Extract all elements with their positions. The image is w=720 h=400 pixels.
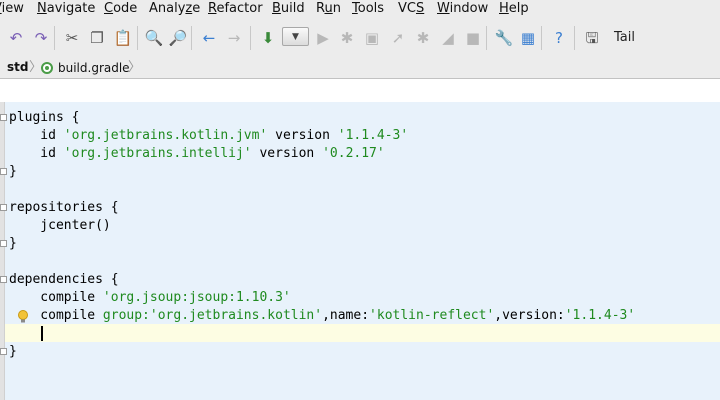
toolbar-separator bbox=[137, 26, 138, 50]
code-line[interactable]: repositories { bbox=[9, 199, 119, 217]
code-editor[interactable]: plugins { id 'org.jetbrains.kotlin.jvm' … bbox=[0, 102, 720, 400]
code-line[interactable]: compile group:'org.jetbrains.kotlin',nam… bbox=[9, 307, 635, 325]
editor-header-strip bbox=[0, 79, 720, 103]
find-icon[interactable]: 🔍 bbox=[144, 28, 164, 48]
editor-gutter[interactable] bbox=[0, 102, 5, 400]
profile-icon[interactable]: ➚ bbox=[388, 28, 408, 48]
undo-icon[interactable]: ↶ bbox=[6, 28, 26, 48]
settings-icon[interactable]: 🔧 bbox=[494, 28, 514, 48]
navigation-bar: std 〉 build.gradle 〉 bbox=[0, 58, 720, 79]
paste-icon[interactable]: 📋 bbox=[113, 28, 133, 48]
run-configuration-dropdown[interactable]: ▼ bbox=[282, 27, 309, 46]
main-toolbar: ▼ Tail ↶ ↷ ✂ ❐ 📋 🔍 🔎 ← → ⬇ ▶ ✱ ▣ ➚ ✱ ◢ ■ 🔧 ▦? 🖫 bbox=[0, 18, 720, 59]
project-structure-icon[interactable]: ▦ bbox=[518, 28, 538, 48]
toolbar-separator bbox=[191, 26, 192, 50]
menu-refactor[interactable]: Refactor bbox=[208, 0, 263, 18]
redo-icon[interactable]: ↷ bbox=[31, 28, 51, 48]
code-line[interactable]: jcenter() bbox=[9, 217, 110, 235]
code-line[interactable]: id 'org.jetbrains.kotlin.jvm' version '1… bbox=[9, 127, 408, 145]
replace-icon[interactable]: 🔎 bbox=[168, 28, 188, 48]
make-project-icon[interactable]: ⬇ bbox=[258, 28, 278, 48]
menu-help[interactable]: Help bbox=[499, 0, 529, 18]
fold-marker-icon[interactable] bbox=[0, 348, 7, 355]
cut-icon[interactable]: ✂ bbox=[62, 28, 82, 48]
code-line[interactable]: compile 'org.jsoup:jsoup:1.10.3' bbox=[9, 289, 290, 307]
breadcrumb-separator-icon: 〉 bbox=[128, 60, 142, 75]
code-line[interactable]: } bbox=[9, 235, 17, 253]
fold-marker-icon[interactable] bbox=[0, 240, 7, 247]
current-line-highlight bbox=[5, 324, 720, 342]
menu-window[interactable]: Window bbox=[437, 0, 488, 18]
back-icon[interactable]: ← bbox=[199, 28, 219, 48]
code-line[interactable]: id 'org.jetbrains.intellij' version '0.2… bbox=[9, 145, 384, 163]
debug-icon[interactable]: ✱ bbox=[337, 28, 357, 48]
text-caret bbox=[41, 326, 43, 341]
menu-tools[interactable]: Tools bbox=[352, 0, 384, 18]
toolbar-separator bbox=[574, 26, 575, 50]
tail-label[interactable]: Tail bbox=[614, 28, 635, 48]
breadcrumb-file[interactable]: build.gradle bbox=[41, 58, 130, 78]
stop-icon[interactable]: ■ bbox=[463, 28, 483, 48]
menu-bar: View Navigate Code Analyze Refactor Build Run T… bbox=[0, 0, 720, 18]
gradle-file-icon bbox=[41, 62, 53, 74]
code-line[interactable]: plugins { bbox=[9, 109, 79, 127]
toolbar-separator bbox=[250, 26, 251, 50]
menu-vcs[interactable]: VCS bbox=[398, 0, 424, 18]
toolbar-separator bbox=[54, 26, 55, 50]
code-line[interactable]: } bbox=[9, 163, 17, 181]
copy-icon[interactable]: ❐ bbox=[87, 28, 107, 48]
apply-changes-icon[interactable]: ◢ bbox=[438, 28, 458, 48]
fold-marker-icon[interactable] bbox=[0, 204, 7, 211]
fold-marker-icon[interactable] bbox=[0, 168, 7, 175]
tail-icon[interactable]: 🖫 bbox=[582, 28, 602, 48]
menu-analyze[interactable]: Analyze bbox=[149, 0, 200, 18]
menu-code[interactable]: Code bbox=[104, 0, 137, 18]
code-line[interactable]: } bbox=[9, 343, 17, 361]
toolbar-separator bbox=[541, 26, 542, 50]
menu-view[interactable]: View bbox=[0, 0, 24, 18]
toolbar-separator bbox=[486, 26, 487, 50]
breadcrumb-project[interactable]: std bbox=[7, 58, 28, 78]
run-icon[interactable]: ▶ bbox=[313, 28, 333, 48]
menu-build[interactable]: Build bbox=[272, 0, 305, 18]
fold-marker-icon[interactable] bbox=[0, 276, 7, 283]
help-icon[interactable]: ? bbox=[549, 28, 569, 48]
attach-debugger-icon[interactable]: ✱ bbox=[413, 28, 433, 48]
menu-run[interactable]: Run bbox=[316, 0, 341, 18]
forward-icon[interactable]: → bbox=[224, 28, 244, 48]
fold-marker-icon[interactable] bbox=[0, 114, 7, 121]
code-line[interactable]: dependencies { bbox=[9, 271, 119, 289]
coverage-icon[interactable]: ▣ bbox=[362, 28, 382, 48]
menu-navigate[interactable]: Navigate bbox=[37, 0, 95, 18]
breadcrumb-file-label: build.gradle bbox=[58, 61, 130, 75]
